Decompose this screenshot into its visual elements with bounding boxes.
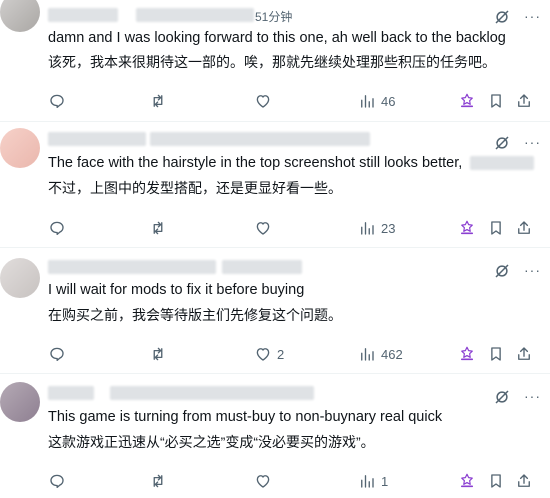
author-handle-blurred[interactable] — [150, 132, 370, 146]
reply-button[interactable] — [48, 344, 71, 364]
like-icon — [256, 95, 270, 108]
post[interactable]: ··· This game is turning from must-buy t… — [0, 374, 550, 498]
more-icon[interactable]: ··· — [524, 262, 541, 278]
bookmark-icon — [491, 221, 501, 235]
more-icon[interactable]: ··· — [524, 388, 541, 404]
share-button[interactable] — [515, 471, 533, 491]
post[interactable]: ··· The face with the hairstyle in the t… — [0, 122, 550, 248]
post-text-zh: 该死，我本来很期待这一部的。唉，那就先继续处理那些积压的任务吧。 — [48, 54, 496, 70]
post-text-zh: 这款游戏正迅速从“必买之选”变成“没必要买的游戏”。 — [48, 434, 375, 450]
translate-button[interactable] — [458, 91, 476, 111]
repost-button[interactable] — [149, 471, 172, 491]
avatar[interactable] — [0, 382, 40, 422]
action-bar: 46 — [48, 91, 530, 111]
post-text-en: damn and I was looking forward to this o… — [48, 30, 506, 46]
author-name-blurred[interactable] — [48, 260, 216, 274]
views-icon — [361, 475, 374, 488]
repost-button[interactable] — [149, 218, 172, 238]
bookmark-button[interactable] — [487, 471, 505, 491]
post-text-en: This game is turning from must-buy to no… — [48, 409, 443, 425]
share-button[interactable] — [515, 218, 533, 238]
grok-icon[interactable] — [493, 388, 511, 406]
views-icon — [361, 95, 374, 108]
author-handle-blurred[interactable] — [136, 8, 254, 22]
action-bar: 23 — [48, 218, 530, 238]
action-bar: 2 462 — [48, 344, 530, 364]
translate-button[interactable] — [458, 344, 476, 364]
reply-icon — [50, 474, 64, 489]
views-button[interactable]: 23 — [358, 218, 395, 238]
author-name-blurred[interactable] — [48, 386, 94, 400]
bookmark-icon — [491, 347, 501, 361]
avatar[interactable] — [0, 0, 40, 32]
avatar[interactable] — [0, 128, 40, 168]
views-count: 46 — [381, 93, 396, 109]
like-icon — [256, 475, 270, 488]
bookmark-button[interactable] — [487, 218, 505, 238]
repost-button[interactable] — [149, 344, 172, 364]
views-icon — [361, 348, 374, 361]
author-name-blurred[interactable] — [48, 132, 146, 146]
views-count: 462 — [381, 346, 403, 362]
share-icon — [518, 347, 530, 360]
post-text-zh: 不过，上图中的发型搭配，还是更显好看一些。 — [48, 180, 342, 196]
repost-icon — [153, 221, 163, 235]
like-icon — [256, 222, 270, 235]
share-button[interactable] — [515, 91, 533, 111]
like-count: 2 — [277, 346, 285, 362]
bookmark-icon — [491, 94, 501, 108]
translate-icon — [461, 220, 473, 235]
post-text-en: I will wait for mods to fix it before bu… — [48, 282, 305, 298]
timestamp[interactable]: 51分钟 — [255, 8, 292, 25]
views-count: 23 — [381, 220, 396, 236]
translate-button[interactable] — [458, 218, 476, 238]
more-icon[interactable]: ··· — [524, 8, 541, 24]
views-icon — [361, 222, 374, 235]
like-icon — [256, 348, 270, 361]
bookmark-button[interactable] — [487, 344, 505, 364]
bookmark-icon — [491, 474, 501, 488]
action-bar: 1 — [48, 471, 530, 491]
reply-button[interactable] — [48, 91, 71, 111]
translate-button[interactable] — [458, 471, 476, 491]
share-button[interactable] — [515, 344, 533, 364]
reply-button[interactable] — [48, 471, 71, 491]
bookmark-button[interactable] — [487, 91, 505, 111]
views-button[interactable]: 462 — [358, 344, 403, 364]
reply-icon — [50, 347, 64, 362]
post-text-en: The face with the hairstyle in the top s… — [48, 155, 463, 171]
reply-icon — [50, 94, 64, 109]
author-name-blurred[interactable] — [48, 8, 118, 22]
like-button[interactable]: 2 — [254, 344, 284, 364]
grok-icon[interactable] — [493, 8, 511, 26]
share-icon — [518, 221, 530, 234]
views-button[interactable]: 1 — [358, 471, 388, 491]
more-icon[interactable]: ··· — [524, 134, 541, 150]
avatar[interactable] — [0, 258, 40, 298]
reply-button[interactable] — [48, 218, 71, 238]
repost-button[interactable] — [149, 91, 172, 111]
like-button[interactable] — [254, 91, 277, 111]
repost-icon — [153, 94, 163, 108]
post-text-zh: 在购买之前，我会等待版主们先修复这个问题。 — [48, 307, 342, 323]
post[interactable]: 51分钟 ··· damn and I was looking forward … — [0, 0, 550, 122]
translate-icon — [461, 346, 473, 361]
repost-icon — [153, 347, 163, 361]
post[interactable]: ··· I will wait for mods to fix it befor… — [0, 248, 550, 374]
reply-icon — [50, 221, 64, 236]
views-count: 1 — [381, 473, 389, 489]
translate-icon — [461, 93, 473, 108]
views-button[interactable]: 46 — [358, 91, 395, 111]
translate-icon — [461, 473, 473, 488]
like-button[interactable] — [254, 471, 277, 491]
share-icon — [518, 94, 530, 107]
grok-icon[interactable] — [493, 262, 511, 280]
like-button[interactable] — [254, 218, 277, 238]
author-handle-blurred[interactable] — [222, 260, 302, 274]
author-handle-blurred[interactable] — [110, 386, 314, 400]
grok-icon[interactable] — [493, 134, 511, 152]
text-redacted-blurred — [470, 156, 534, 170]
share-icon — [518, 474, 530, 487]
repost-icon — [153, 474, 163, 488]
